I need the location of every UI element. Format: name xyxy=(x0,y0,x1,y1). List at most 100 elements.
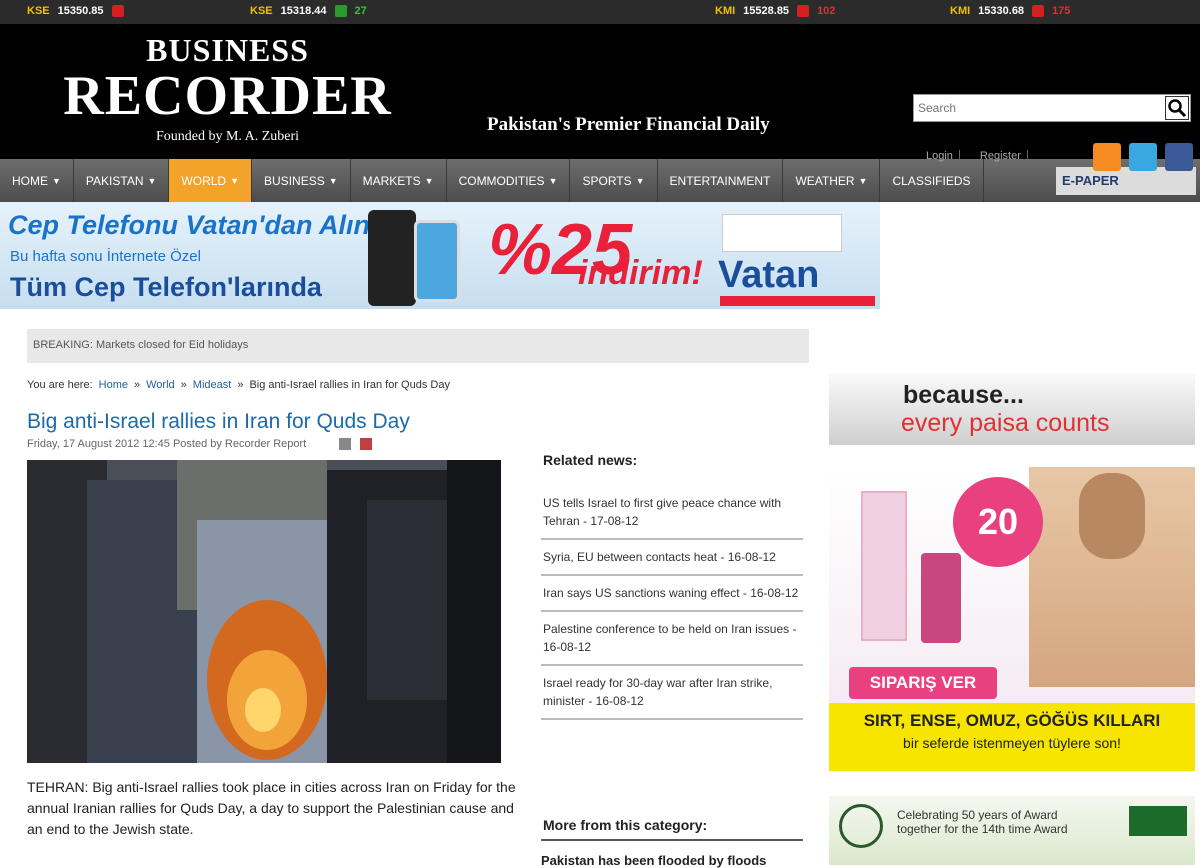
ticker-label: KMI xyxy=(950,5,971,17)
site-tagline: Pakistan's Premier Financial Daily xyxy=(487,114,770,135)
ad-cream-line2: bir seferde istenmeyen tüylere son! xyxy=(903,735,1121,751)
nav-item-weather[interactable]: WEATHER ▼ xyxy=(783,159,881,202)
seal-icon xyxy=(839,804,883,848)
protest-photo xyxy=(27,460,501,763)
nav-label: PAKISTAN xyxy=(85,173,144,188)
breaking-news-bar: BREAKING: Markets closed for Eid holiday… xyxy=(27,329,809,363)
breaking-text[interactable]: Markets closed for Eid holidays xyxy=(96,339,248,351)
nav-label: ENTERTAINMENT xyxy=(669,173,771,188)
breadcrumb-link-mideast[interactable]: Mideast xyxy=(193,379,232,391)
ad-award-text: Celebrating 50 years of Award together f… xyxy=(897,808,1068,836)
search-button[interactable] xyxy=(1165,96,1189,120)
breadcrumb-link-world[interactable]: World xyxy=(146,379,175,391)
banner-subline: Bu hafta sonu İnternete Özel xyxy=(10,248,201,265)
nav-item-pakistan[interactable]: PAKISTAN ▼ xyxy=(74,159,170,202)
breadcrumb-link-home[interactable]: Home xyxy=(99,379,128,391)
breadcrumb: You are here: Home » World » Mideast » B… xyxy=(27,379,450,391)
banner-discount-word: indirim! xyxy=(578,254,703,292)
site-logo[interactable]: BUSINESS RECORDER Founded by M. A. Zuber… xyxy=(45,32,410,150)
dropdown-arrow-icon: ▼ xyxy=(328,175,338,186)
ad-banner-vatan[interactable]: Cep Telefonu Vatan'dan Alınır Bu hafta s… xyxy=(0,202,880,309)
nav-item-business[interactable]: BUSINESS ▼ xyxy=(252,159,351,202)
related-news: Related news: US tells Israel to first g… xyxy=(541,440,803,720)
banner-tagline: Tüm Cep Telefon'larında xyxy=(10,272,322,302)
ad-paisa-line2: every paisa counts xyxy=(901,409,1110,437)
ticker-change: 27 xyxy=(354,5,367,17)
ticker-value: 15350.85 xyxy=(57,5,104,17)
nav-label: WEATHER xyxy=(795,173,855,188)
nav-item-home[interactable]: HOME ▼ xyxy=(0,159,74,202)
discount-badge: 20 xyxy=(953,477,1043,567)
more-from-category: More from this category: Pakistan has be… xyxy=(541,811,803,868)
logo-founder: Founded by M. A. Zuberi xyxy=(155,129,300,144)
ticker-label: KSE xyxy=(27,5,50,17)
dropdown-arrow-icon: ▼ xyxy=(858,175,868,186)
dropdown-arrow-icon: ▼ xyxy=(230,175,240,186)
related-item[interactable]: US tells Israel to first give peace chan… xyxy=(541,486,803,540)
ad-award[interactable]: Celebrating 50 years of Award together f… xyxy=(829,796,1195,865)
ticker-value: 15330.68 xyxy=(978,5,1025,17)
ticker-value: 15528.85 xyxy=(743,5,790,17)
nav-label: WORLD xyxy=(181,173,227,188)
nav-item-sports[interactable]: SPORTS ▼ xyxy=(570,159,658,202)
related-item[interactable]: Israel ready for 30-day war after Iran s… xyxy=(541,666,803,720)
twitter-icon[interactable] xyxy=(1129,143,1157,171)
ticker-change: 102 xyxy=(817,5,836,17)
print-icon[interactable] xyxy=(339,438,352,451)
logo-line-business: BUSINESS xyxy=(146,32,309,68)
product-box-image xyxy=(861,491,907,641)
article-date: Friday, 17 August 2012 12:45 Posted by R… xyxy=(27,438,307,450)
nav-item-classifieds[interactable]: CLASSIFIEDS xyxy=(880,159,984,202)
down-arrow-icon xyxy=(797,5,810,17)
breadcrumb-prefix: You are here: xyxy=(27,379,93,391)
rss-icon[interactable] xyxy=(1093,143,1121,171)
login-link[interactable]: Login xyxy=(920,150,960,162)
logo-line-recorder: RECORDER xyxy=(63,65,392,127)
product-bottle-image xyxy=(921,553,961,643)
model-head-image xyxy=(1079,473,1145,559)
related-item[interactable]: Iran says US sanctions waning effect - 1… xyxy=(541,576,803,612)
down-arrow-icon xyxy=(111,5,124,17)
ticker-value: 15318.44 xyxy=(280,5,327,17)
epaper-label: E-PAPER xyxy=(1062,173,1119,188)
related-item[interactable]: Syria, EU between contacts heat - 16-08-… xyxy=(541,540,803,576)
ad-award-line1: Celebrating 50 years of Award xyxy=(897,808,1058,822)
dropdown-arrow-icon: ▼ xyxy=(635,175,645,186)
search-icon xyxy=(1168,99,1187,118)
ticker-label: KSE xyxy=(250,5,273,17)
ticker-item: KSE 15350.85 xyxy=(27,5,132,17)
banner-badge xyxy=(722,214,842,252)
ticker-change: 175 xyxy=(1052,5,1071,17)
dropdown-arrow-icon: ▼ xyxy=(52,175,61,186)
order-button[interactable]: SIPARIŞ VER xyxy=(849,667,997,699)
stock-ticker: KSE 15350.85 KSE 15318.44 27 KMI 15528.8… xyxy=(0,0,1200,24)
email-icon[interactable] xyxy=(360,438,373,451)
ad-every-paisa[interactable]: because... every paisa counts xyxy=(829,373,1195,445)
ad-hair-removal[interactable]: 20 SIPARIŞ VER SIRT, ENSE, OMUZ, GÖĞÜS K… xyxy=(829,467,1195,771)
phone-image xyxy=(368,210,416,306)
search-box xyxy=(913,94,1191,122)
article-body: TEHRAN: Big anti-Israel rallies took pla… xyxy=(27,779,516,837)
nav-item-entertainment[interactable]: ENTERTAINMENT xyxy=(658,159,784,202)
breadcrumb-separator: » xyxy=(134,379,141,391)
ticker-label: KMI xyxy=(715,5,736,17)
site-header: BUSINESS RECORDER Founded by M. A. Zuber… xyxy=(0,24,1200,171)
pakistan-flag-icon xyxy=(1129,806,1187,836)
more-category-item[interactable]: Pakistan has been flooded by floods xyxy=(541,841,803,868)
nav-item-commodities[interactable]: COMMODITIES ▼ xyxy=(447,159,571,202)
nav-item-markets[interactable]: MARKETS ▼ xyxy=(351,159,447,202)
register-link[interactable]: Register xyxy=(974,150,1028,162)
nav-label: COMMODITIES xyxy=(458,173,545,188)
search-input[interactable] xyxy=(914,95,1164,121)
nav-label: HOME xyxy=(12,173,48,188)
ad-award-line2: together for the 14th time Award xyxy=(897,822,1068,836)
facebook-icon[interactable] xyxy=(1165,143,1193,171)
nav-label: CLASSIFIEDS xyxy=(892,173,971,188)
nav-label: MARKETS xyxy=(362,173,421,188)
related-item[interactable]: Palestine conference to be held on Iran … xyxy=(541,612,803,666)
up-arrow-icon xyxy=(334,5,347,17)
breaking-label: BREAKING: xyxy=(33,339,93,351)
banner-headline: Cep Telefonu Vatan'dan Alınır xyxy=(8,210,388,240)
breadcrumb-separator: » xyxy=(180,379,187,391)
nav-item-world[interactable]: WORLD ▼ xyxy=(169,159,253,202)
